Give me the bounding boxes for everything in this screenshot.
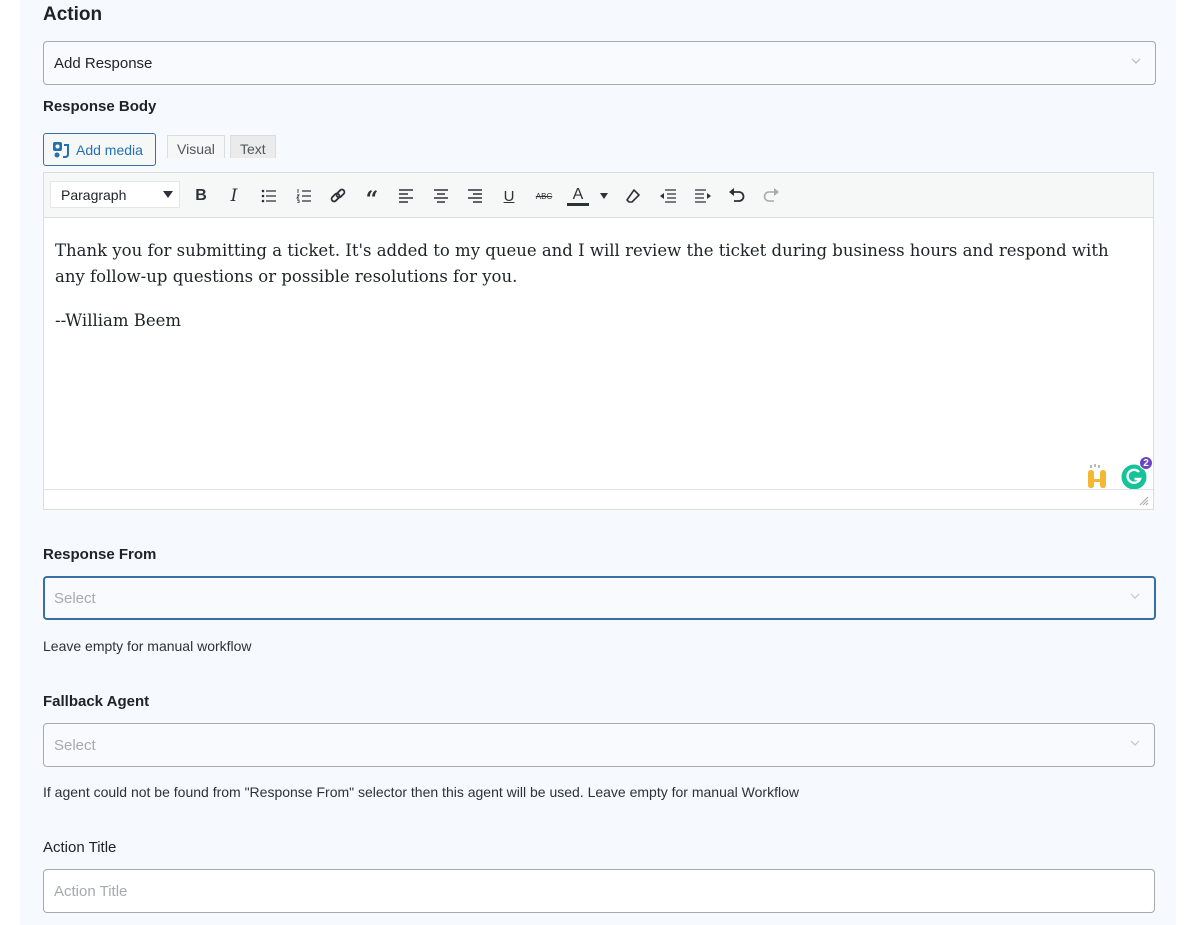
blockquote-icon: “: [365, 187, 379, 213]
blockquote-button[interactable]: “: [361, 185, 383, 213]
emoji-hands-icon[interactable]: [1085, 463, 1111, 489]
action-heading: Action: [43, 4, 103, 25]
link-icon: [330, 188, 346, 203]
chevron-down-icon: [1130, 593, 1140, 599]
tab-text[interactable]: Text: [230, 135, 276, 158]
dropdown-arrow-icon: [600, 193, 608, 199]
action-title-field[interactable]: [43, 869, 1155, 913]
strikethrough-icon: ABC: [535, 191, 553, 201]
bold-icon: B: [195, 187, 207, 204]
underline-button[interactable]: U: [498, 185, 520, 207]
eraser-icon: [626, 189, 640, 203]
redo-icon: [763, 188, 779, 202]
clear-formatting-button[interactable]: [622, 185, 644, 207]
tab-visual[interactable]: Visual: [167, 135, 225, 158]
response-from-label: Response From: [43, 546, 157, 563]
media-icon: [53, 141, 69, 158]
dropdown-arrow-icon: [163, 191, 173, 198]
rich-text-editor: Paragraph B I “ U ABC A Thank you for su…: [43, 172, 1154, 510]
undo-button[interactable]: [726, 185, 748, 207]
underline-icon: U: [503, 187, 515, 205]
add-media-label: Add media: [76, 141, 143, 158]
text-color-dropdown[interactable]: [593, 185, 615, 207]
response-body-label: Response Body: [43, 98, 157, 115]
response-from-select[interactable]: Select: [43, 576, 1156, 620]
outdent-button[interactable]: [657, 185, 679, 207]
fallback-agent-help: If agent could not be found from "Respon…: [43, 784, 799, 800]
action-title-label: Action Title: [43, 839, 117, 856]
strikethrough-button[interactable]: ABC: [533, 185, 555, 207]
align-left-icon: [399, 189, 413, 203]
indent-button[interactable]: [692, 185, 714, 207]
editor-statusbar: [44, 489, 1153, 509]
link-button[interactable]: [327, 185, 349, 207]
bulleted-list-button[interactable]: [258, 185, 280, 207]
bold-button[interactable]: B: [190, 185, 212, 207]
chevron-down-icon: [1131, 58, 1141, 64]
bulleted-list-icon: [261, 189, 276, 203]
italic-icon: I: [230, 186, 238, 206]
response-from-help: Leave empty for manual workflow: [43, 638, 252, 654]
fallback-agent-select[interactable]: Select: [43, 723, 1155, 767]
response-from-placeholder: Select: [54, 590, 96, 607]
align-center-icon: [434, 189, 448, 203]
resize-handle-icon[interactable]: [1139, 496, 1149, 506]
text-color-button[interactable]: A: [567, 185, 589, 207]
align-right-icon: [468, 189, 482, 203]
add-media-button[interactable]: Add media: [43, 133, 156, 166]
editor-toolbar: Paragraph B I “ U ABC A: [44, 173, 1153, 218]
text-color-swatch: [567, 202, 589, 206]
fallback-agent-placeholder: Select: [54, 737, 96, 754]
italic-button[interactable]: I: [223, 185, 245, 207]
action-select-value: Add Response: [54, 55, 153, 72]
grammarly-widgets: 2: [1085, 456, 1153, 490]
align-center-button[interactable]: [430, 185, 452, 207]
fallback-agent-label: Fallback Agent: [43, 693, 150, 710]
editor-paragraph: Thank you for submitting a ticket. It's …: [55, 241, 1109, 286]
grammarly-badge: 2: [1139, 456, 1153, 470]
outdent-icon: [660, 189, 676, 203]
editor-content[interactable]: Thank you for submitting a ticket. It's …: [44, 218, 1153, 372]
format-select[interactable]: Paragraph: [50, 181, 180, 208]
chevron-down-icon: [1130, 740, 1140, 746]
numbered-list-icon: [296, 189, 311, 203]
action-select[interactable]: Add Response: [43, 41, 1156, 85]
action-title-input[interactable]: [44, 870, 1154, 912]
indent-icon: [695, 189, 711, 203]
editor-signature: --William Beem: [55, 311, 182, 330]
grammarly-button[interactable]: 2: [1121, 456, 1153, 490]
align-right-button[interactable]: [464, 185, 486, 207]
numbered-list-button[interactable]: [293, 185, 315, 207]
text-color-icon: A: [572, 185, 584, 203]
align-left-button[interactable]: [395, 185, 417, 207]
undo-icon: [729, 188, 745, 202]
redo-button[interactable]: [760, 185, 782, 207]
format-select-value: Paragraph: [61, 187, 127, 203]
